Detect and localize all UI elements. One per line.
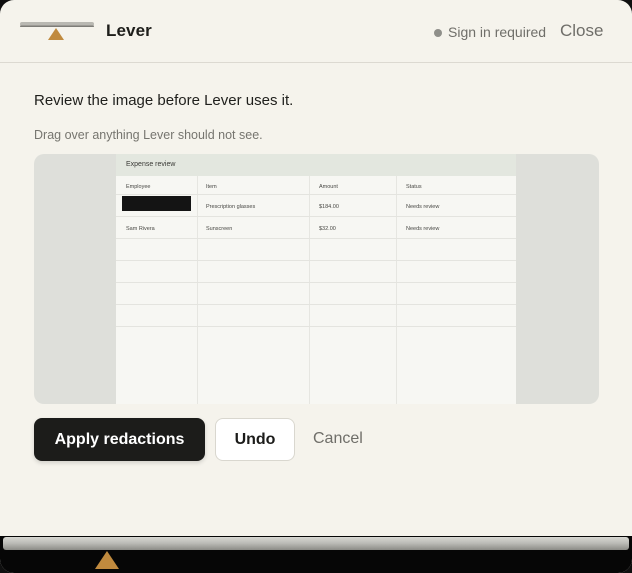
table-cell: $184.00 [319, 204, 339, 210]
app-title: Lever [106, 21, 152, 40]
row-divider [116, 326, 516, 327]
dialog-heading: Review the image before Lever uses it. [34, 92, 294, 109]
column-header-item: Item [206, 184, 217, 190]
undo-button[interactable]: Undo [215, 418, 295, 461]
column-divider [396, 176, 397, 404]
dialog-header: Lever Sign in required Close [0, 0, 632, 63]
sheet-title: Expense review [126, 161, 176, 168]
apply-redactions-button[interactable]: Apply redactions [34, 418, 205, 461]
row-divider [116, 194, 516, 195]
table-cell: $32.00 [319, 226, 336, 232]
column-header-employee: Employee [126, 184, 151, 190]
dialog-hint: Drag over anything Lever should not see. [34, 128, 263, 142]
lever-shelf [3, 537, 629, 550]
cancel-button[interactable]: Cancel [313, 430, 363, 448]
redaction-dialog: Lever Sign in required Close Review the … [0, 0, 632, 573]
column-divider [197, 176, 198, 404]
table-cell: Sunscreen [206, 226, 233, 232]
column-divider [309, 176, 310, 404]
row-divider [116, 304, 516, 305]
table-cell: Sam Rivera [126, 226, 155, 232]
column-header-status: Status [406, 184, 422, 190]
row-divider [116, 260, 516, 261]
sheet-title-bar: Expense review [116, 154, 516, 176]
table-cell: Needs review [406, 226, 440, 232]
row-divider [116, 238, 516, 239]
table-cell: Prescription glasses [206, 204, 256, 210]
image-preview[interactable]: Expense review Employee Item Amount Stat… [34, 154, 599, 404]
redaction-box[interactable] [122, 196, 191, 211]
row-divider [116, 282, 516, 283]
status-dot-icon [434, 29, 442, 37]
triangle-marker-icon [95, 551, 119, 569]
sign-in-status: Sign in required [448, 24, 547, 40]
column-header-amount: Amount [319, 184, 338, 190]
table-cell: Needs review [406, 204, 440, 210]
row-divider [116, 216, 516, 217]
bottom-bar [0, 536, 632, 573]
close-button[interactable]: Close [560, 21, 603, 41]
lever-logo-icon [20, 22, 94, 40]
spreadsheet-screenshot: Expense review Employee Item Amount Stat… [116, 154, 516, 404]
